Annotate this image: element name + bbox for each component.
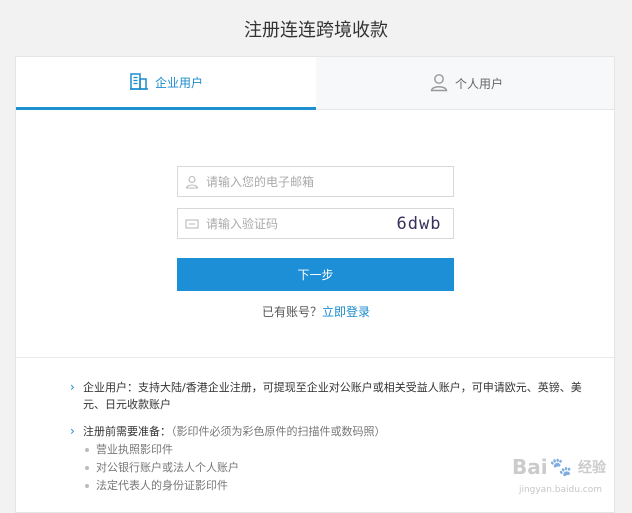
watermark-url: jingyan.baidu.com [518, 485, 602, 495]
code-input[interactable] [206, 209, 391, 238]
info-section: › 企业用户：支持大陆/香港企业注册，可提现至企业对公账户或相关受益人账户，可申… [70, 379, 590, 505]
page-title: 注册连连跨境收款 [244, 20, 388, 41]
user-icon [178, 175, 206, 189]
has-account-text: 已有账号？ [261, 305, 322, 319]
enterprise-label: 企业用户： [83, 381, 138, 394]
login-link[interactable]: 立即登录 [322, 305, 370, 319]
prep-label: 注册前需要准备： [83, 425, 171, 438]
chevron-right-icon: › [70, 380, 75, 394]
tab-enterprise-label: 企业用户 [154, 75, 203, 90]
code-field[interactable]: 6dwb [177, 208, 454, 239]
tab-enterprise[interactable]: 企业用户 [16, 57, 316, 110]
watermark-logo: Bai 🐾 经验 [511, 455, 606, 479]
paw-icon: 🐾 [549, 456, 572, 478]
tab-personal[interactable]: 个人用户 [316, 57, 616, 110]
email-input[interactable] [206, 167, 453, 196]
enterprise-text: 支持大陆/香港企业注册，可提现至企业对公账户或相关受益人账户，可申请欧元、英镑、… [83, 381, 582, 411]
next-button[interactable]: 下一步 [177, 258, 454, 291]
register-card: 企业用户 个人用户 6dw [15, 56, 616, 513]
keyboard-icon [178, 217, 206, 231]
list-item: 法定代表人的身份证影印件 [83, 477, 590, 495]
email-field[interactable] [177, 166, 454, 197]
prep-note: （影印件必须为彩色原件的扫描件或数码照） [171, 425, 386, 438]
info-enterprise: › 企业用户：支持大陆/香港企业注册，可提现至企业对公账户或相关受益人账户，可申… [70, 379, 590, 413]
user-type-tabs: 企业用户 个人用户 [16, 57, 614, 110]
login-prompt: 已有账号？立即登录 [16, 303, 616, 320]
person-icon [429, 72, 455, 95]
building-icon [129, 71, 155, 94]
captcha-image[interactable]: 6dwb [391, 213, 447, 235]
tab-personal-label: 个人用户 [454, 77, 503, 91]
divider [16, 357, 616, 358]
chevron-right-icon: › [70, 424, 75, 438]
